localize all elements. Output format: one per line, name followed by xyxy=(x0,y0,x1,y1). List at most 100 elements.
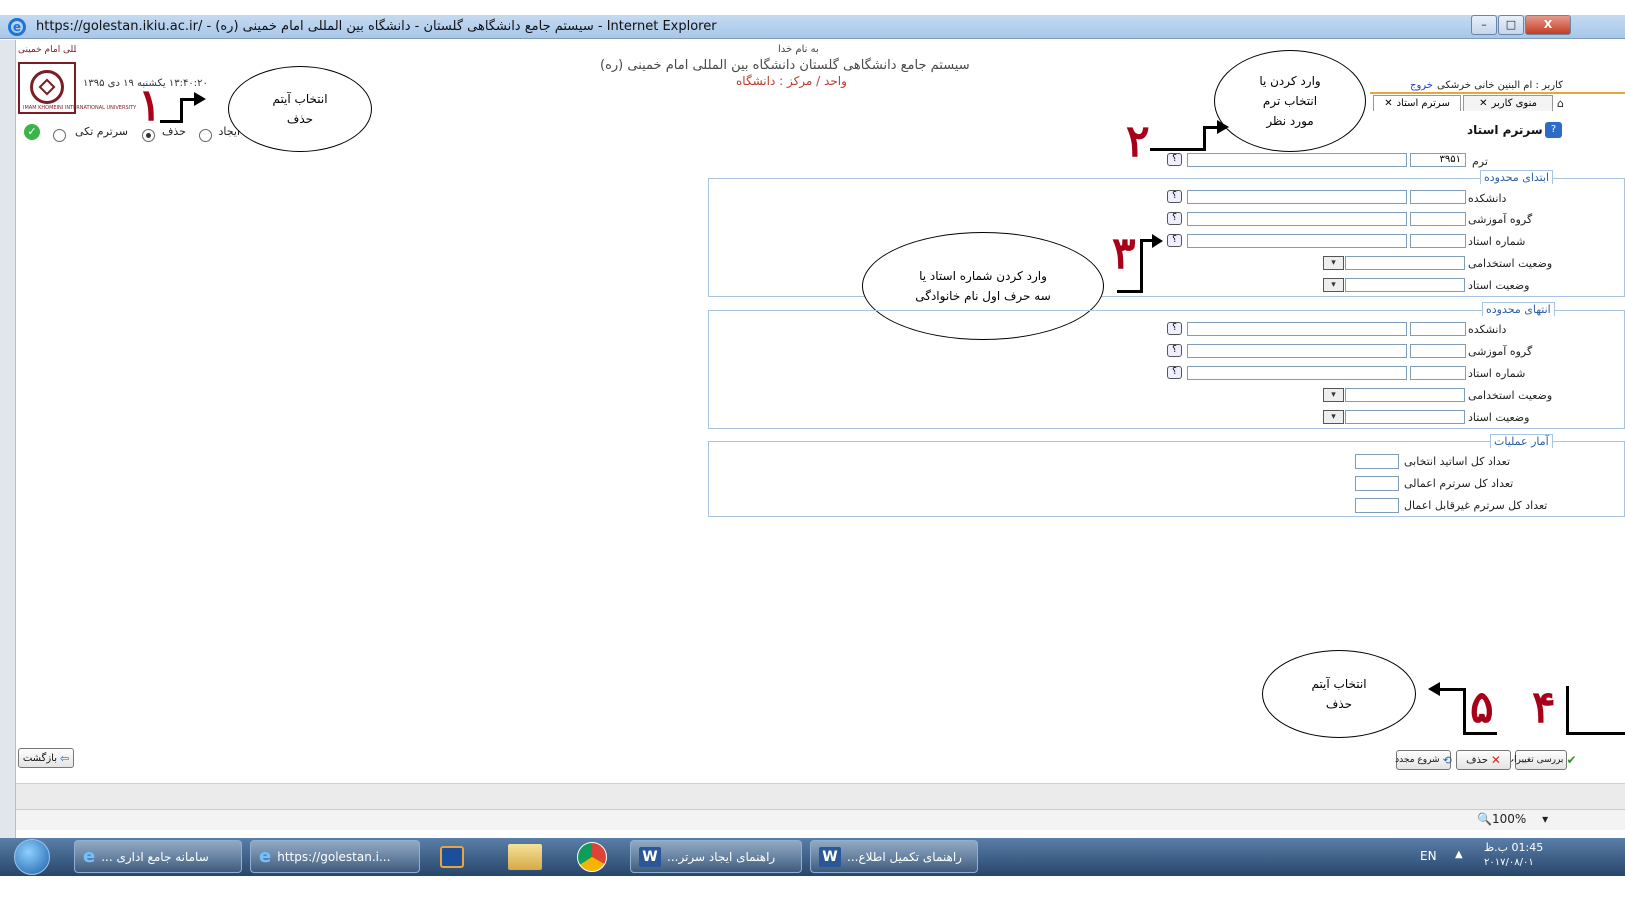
faculty-name-field-start[interactable] xyxy=(1187,190,1407,204)
radio-label-delete: حذف xyxy=(162,125,186,138)
tab-user-menu[interactable]: منوی کاربر ✕ xyxy=(1463,95,1553,111)
teacher-no-input-start[interactable] xyxy=(1410,234,1466,248)
minimize-button[interactable]: – xyxy=(1471,15,1497,35)
arrow-line xyxy=(1203,126,1206,151)
back-arrow-icon: ⇦ xyxy=(59,751,70,765)
term-lookup-button[interactable]: ؟ xyxy=(1167,153,1182,166)
back-label: بازگشت xyxy=(22,752,57,764)
stats-legend: آمار عملیات xyxy=(1490,434,1553,448)
taskbar-item-admin[interactable]: e سامانه جامع اداری ... xyxy=(74,840,242,873)
chrome-icon[interactable] xyxy=(577,842,607,872)
tab-teacher-term[interactable]: سرترم استاد ✕ xyxy=(1373,95,1461,111)
chevron-down-icon[interactable]: ▾ xyxy=(1323,388,1344,402)
status-bar xyxy=(16,783,1625,809)
arrow-line xyxy=(1566,686,1569,734)
taskbar-item-golestan[interactable]: e https://golestan.i... xyxy=(250,840,420,873)
delete-button[interactable]: ✕ حذف xyxy=(1456,750,1511,770)
media-player-icon[interactable] xyxy=(440,846,464,868)
restart-label: شروع مجدد xyxy=(1395,754,1440,765)
teacher-no-input-end[interactable] xyxy=(1410,366,1466,380)
tab-close-icon[interactable]: ✕ xyxy=(1384,98,1392,109)
word-icon: W xyxy=(639,846,661,867)
group-lookup-button-start[interactable]: ؟ xyxy=(1167,212,1182,225)
teacher-lookup-button-end[interactable]: ؟ xyxy=(1167,366,1182,379)
arrow-line xyxy=(1140,239,1143,293)
faculty-code-input-end[interactable] xyxy=(1410,322,1466,336)
term-code-input[interactable]: ۳۹۵۱ xyxy=(1410,153,1466,167)
teacher-name-field-start[interactable] xyxy=(1187,234,1407,248)
callout-select-term: وارد کردن یا انتخاب ترم مورد نظر xyxy=(1214,50,1366,152)
tray-expand-icon[interactable]: ▲ xyxy=(1455,849,1463,860)
taskbar-item-word-2[interactable]: W راهنمای تکمیل اطلاع... xyxy=(810,840,978,873)
page-title: سرترم استاد xyxy=(1467,123,1543,137)
teacher-status-label-start: وضعیت استاد xyxy=(1468,279,1530,292)
employment-select-end[interactable] xyxy=(1345,388,1465,402)
taskbar-label: راهنمای تکمیل اطلاع... xyxy=(847,849,962,864)
left-frame-edge xyxy=(0,40,16,860)
clock-time[interactable]: 01:45 ب.ظ xyxy=(1484,841,1543,854)
range-start-legend: ابتدای محدوده xyxy=(1480,170,1554,184)
faculty-lookup-button-end[interactable]: ؟ xyxy=(1167,322,1182,335)
restart-button[interactable]: ⟲ شروع مجدد xyxy=(1395,750,1452,770)
x-icon: ✕ xyxy=(1490,753,1501,767)
arrow-line xyxy=(180,98,183,123)
arrow-line xyxy=(1566,732,1625,735)
faculty-code-input-start[interactable] xyxy=(1410,190,1466,204)
review-changes-button[interactable]: ✔ بررسی تغییرات xyxy=(1506,750,1577,770)
check-icon: ✔ xyxy=(1566,753,1577,767)
arrow-line xyxy=(1150,148,1205,151)
employment-select-start[interactable] xyxy=(1345,256,1465,270)
selected-teachers-label: تعداد کل اساتید انتخابی xyxy=(1404,455,1511,468)
logout-link[interactable]: خروج xyxy=(1410,80,1433,91)
window-titlebar: e https://golestan.ikiu.ac.ir/ - (سیستم … xyxy=(0,15,1625,39)
help-icon[interactable]: ? xyxy=(1545,122,1562,138)
chevron-down-icon[interactable]: ▾ xyxy=(1323,256,1344,270)
user-label: کاربر : ام البنین خانی خرشکی xyxy=(1437,80,1563,91)
tab-close-icon[interactable]: ✕ xyxy=(1479,98,1487,109)
group-code-input-start[interactable] xyxy=(1410,212,1466,226)
home-icon[interactable]: ⌂ xyxy=(1557,97,1564,110)
teacher-no-label-start: شماره استاد xyxy=(1468,235,1526,248)
applied-count xyxy=(1355,476,1399,491)
zoom-level[interactable]: 🔍100% ▾ xyxy=(1477,812,1548,826)
language-indicator[interactable]: EN xyxy=(1420,849,1437,863)
group-name-field-start[interactable] xyxy=(1187,212,1407,226)
ie-icon: e xyxy=(8,18,26,36)
radio-create[interactable] xyxy=(199,125,212,144)
term-name-field[interactable] xyxy=(1187,153,1407,167)
arrow-head xyxy=(1152,234,1163,248)
taskbar-item-word-1[interactable]: W راهنمای ایجاد سرتر... xyxy=(630,840,802,873)
maximize-button[interactable]: □ xyxy=(1498,15,1524,35)
teacher-name-field-end[interactable] xyxy=(1187,366,1407,380)
confirm-check-icon[interactable]: ✓ xyxy=(24,124,40,140)
range-end-legend: انتهای محدوده xyxy=(1482,302,1555,316)
start-button[interactable] xyxy=(14,839,50,875)
clock-date[interactable]: ۲۰۱۷/۰۸/۰۱ xyxy=(1484,857,1534,868)
back-button[interactable]: ⇦ بازگشت xyxy=(18,748,74,768)
chevron-down-icon[interactable]: ▾ xyxy=(1323,278,1344,292)
chevron-down-icon[interactable]: ▾ xyxy=(1542,812,1548,826)
close-button[interactable]: X xyxy=(1525,15,1571,35)
teacher-lookup-button-start[interactable]: ؟ xyxy=(1167,234,1182,247)
unit-label: واحد / مرکز : دانشگاه xyxy=(736,74,847,88)
group-lookup-button-end[interactable]: ؟ xyxy=(1167,344,1182,357)
teacher-status-select-start[interactable] xyxy=(1345,278,1465,292)
folder-icon[interactable] xyxy=(508,844,542,870)
step-number-5: ۵ xyxy=(1470,682,1494,733)
chevron-down-icon[interactable]: ▾ xyxy=(1323,410,1344,424)
faculty-lookup-button-start[interactable]: ؟ xyxy=(1167,190,1182,203)
radio-circle[interactable] xyxy=(53,129,66,142)
group-code-input-end[interactable] xyxy=(1410,344,1466,358)
faculty-label-end: دانشکده xyxy=(1468,323,1507,336)
radio-circle[interactable] xyxy=(199,129,212,142)
radio-single-term[interactable] xyxy=(53,125,66,144)
faculty-label-start: دانشکده xyxy=(1468,192,1507,205)
group-label-start: گروه آموزشی xyxy=(1468,213,1533,226)
tab-label: منوی کاربر xyxy=(1491,98,1537,109)
teacher-status-select-end[interactable] xyxy=(1345,410,1465,424)
faculty-name-field-end[interactable] xyxy=(1187,322,1407,336)
not-applicable-count xyxy=(1355,498,1399,513)
group-name-field-end[interactable] xyxy=(1187,344,1407,358)
zoom-value: 100% xyxy=(1491,812,1527,826)
taskbar: e سامانه جامع اداری ... e https://golest… xyxy=(0,838,1625,876)
